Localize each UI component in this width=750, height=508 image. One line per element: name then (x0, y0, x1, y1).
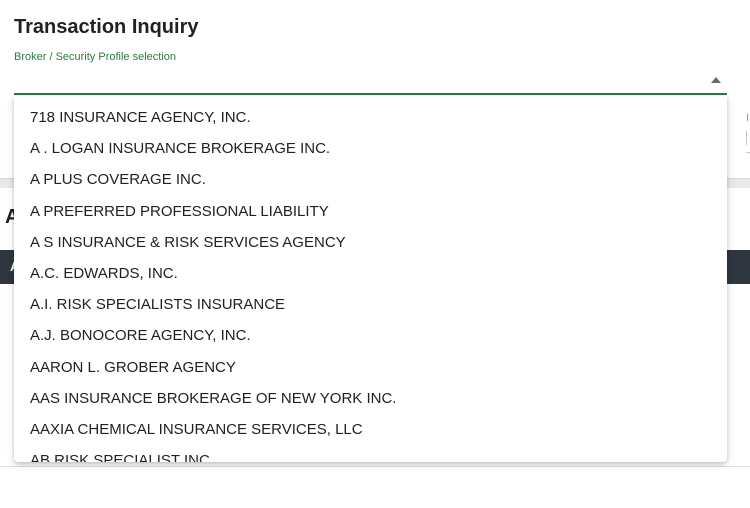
broker-options-dropdown[interactable]: 718 INSURANCE AGENCY, INC. A . LOGAN INS… (14, 96, 727, 462)
broker-select[interactable] (14, 68, 727, 95)
side-field-underline (746, 152, 750, 153)
broker-option[interactable]: AB RISK SPECIALIST INC. (14, 445, 727, 462)
broker-option[interactable]: 718 INSURANCE AGENCY, INC. (14, 102, 727, 133)
broker-option[interactable]: AAS INSURANCE BROKERAGE OF NEW YORK INC. (14, 383, 727, 414)
broker-option[interactable]: A PREFERRED PROFESSIONAL LIABILITY (14, 196, 727, 227)
broker-option[interactable]: AAXIA CHEMICAL INSURANCE SERVICES, LLC (14, 414, 727, 445)
broker-option[interactable]: A.J. BONOCORE AGENCY, INC. (14, 320, 727, 351)
broker-option[interactable]: A PLUS COVERAGE INC. (14, 164, 727, 195)
broker-options-list: 718 INSURANCE AGENCY, INC. A . LOGAN INS… (14, 96, 727, 462)
bottom-divider (0, 466, 750, 467)
side-field-input[interactable] (746, 131, 750, 145)
broker-option[interactable]: A.I. RISK SPECIALISTS INSURANCE (14, 289, 727, 320)
side-field-label: I (746, 112, 750, 124)
broker-option[interactable]: A . LOGAN INSURANCE BROKERAGE INC. (14, 133, 727, 164)
broker-option[interactable]: A.C. EDWARDS, INC. (14, 258, 727, 289)
caret-up-icon[interactable] (711, 77, 721, 83)
broker-option[interactable]: A S INSURANCE & RISK SERVICES AGENCY (14, 227, 727, 258)
broker-select-label: Broker / Security Profile selection (14, 51, 177, 63)
page-title: Transaction Inquiry (14, 16, 199, 38)
broker-option[interactable]: AARON L. GROBER AGENCY (14, 352, 727, 383)
